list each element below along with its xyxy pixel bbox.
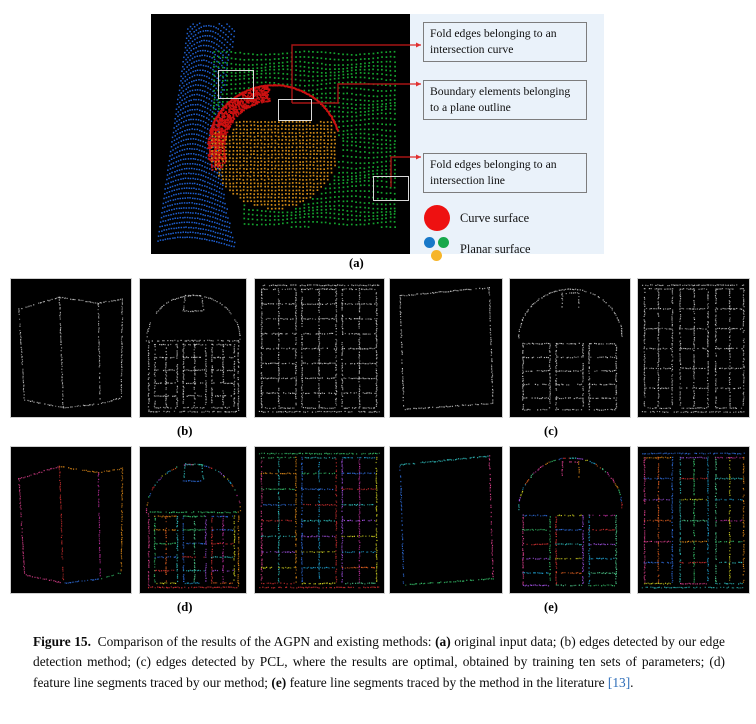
figure-fig-d2: [139, 446, 247, 594]
figure-fig-c1: [389, 278, 503, 418]
annotation-box-fold-edges-curve: Fold edges belonging to an intersection …: [423, 22, 587, 63]
sublabel-c: (c): [544, 424, 558, 438]
legend-label: Curve surface: [460, 210, 530, 225]
annotation-column: Fold edges belonging to an intersection …: [410, 14, 604, 261]
curve-surface-swatch-icon: [424, 205, 450, 231]
sublabel-b: (b): [177, 424, 193, 438]
point-cloud-render: [151, 14, 410, 254]
figure-caption: Figure 15. Comparison of the results of …: [33, 632, 725, 693]
row-edge-detection-results: [0, 278, 756, 418]
point-cloud-viewport: [151, 14, 410, 254]
annotation-text: Fold edges belonging to an intersection …: [430, 158, 557, 187]
caption-part: (d): [709, 654, 725, 670]
caption-part: feature line segments traced by our meth…: [33, 674, 272, 690]
sublabel-a: (a): [349, 256, 364, 270]
caption-part: (e): [271, 674, 287, 690]
annotation-text: Fold edges belonging to an intersection …: [430, 27, 557, 56]
figure-fig-d3: [254, 446, 385, 594]
caption-part: Comparison of the results of the AGPN an…: [97, 634, 436, 649]
caption-part: original input data;: [450, 634, 561, 649]
figure-fig-b3: [254, 278, 385, 418]
figure-fig-c3: [637, 278, 750, 418]
figure-number: Figure 15.: [33, 634, 91, 649]
legend-label: Planar surface: [460, 241, 531, 256]
figure-fig-d4: [389, 446, 503, 594]
planar-surface-swatch-icon: [424, 236, 450, 262]
selection-box-right: [373, 176, 409, 201]
row-line-segment-results: [0, 446, 756, 594]
caption-part: (c): [136, 654, 151, 670]
annotation-text: Boundary elements belonging to a plane o…: [430, 85, 571, 114]
figure-fig-d1: [10, 446, 132, 594]
figure-fig-b1: [10, 278, 132, 418]
sublabel-d: (d): [177, 600, 193, 614]
caption-citation[interactable]: [13]: [608, 675, 630, 690]
figure-fig-e2: [637, 446, 750, 594]
caption-part: edges detected by PCL, where the results…: [150, 654, 710, 670]
figure-fig-e1: [509, 446, 631, 594]
annotation-box-boundary-elements-plane: Boundary elements belonging to a plane o…: [423, 80, 587, 121]
figure-fig-c2: [509, 278, 631, 418]
caption-part: (a): [435, 634, 451, 649]
selection-box-middle: [278, 99, 312, 121]
legend-item-curve-surface: Curve surface: [424, 205, 529, 231]
selection-box-left: [218, 70, 254, 99]
caption-part: (b): [560, 634, 576, 649]
legend-item-planar-surface: Planar surface: [424, 236, 531, 262]
caption-end: .: [630, 674, 634, 690]
sublabel-e: (e): [544, 600, 558, 614]
figure-fig-b2: [139, 278, 247, 418]
caption-part: feature line segments traced by the meth…: [286, 674, 608, 690]
annotation-box-fold-edges-line: Fold edges belonging to an intersection …: [423, 153, 587, 194]
panel-a-original-input-data: Fold edges belonging to an intersection …: [151, 14, 604, 261]
